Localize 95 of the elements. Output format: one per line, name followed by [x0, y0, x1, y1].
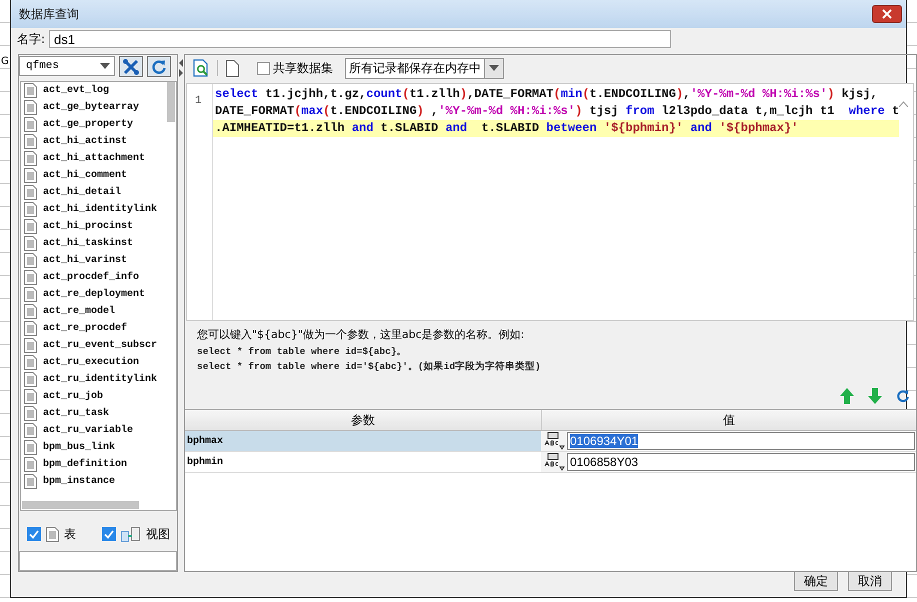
new-document-icon[interactable] [226, 60, 239, 76]
table-icon [24, 474, 37, 489]
parameter-value-field[interactable]: 0106934Y01 [567, 432, 916, 450]
checkbox-label: 视图 [146, 526, 170, 543]
table-name[interactable]: act_ru_job [43, 391, 104, 402]
tools-icon [122, 58, 140, 76]
move-up-icon[interactable] [840, 388, 854, 404]
table-name[interactable]: bpm_instance [43, 476, 116, 487]
table-name[interactable]: act_procdef_info [43, 272, 140, 283]
table-icon [24, 134, 37, 149]
sql-editor[interactable] [186, 83, 914, 321]
table-icon [24, 253, 37, 268]
table-icon [24, 372, 37, 387]
table-icon [24, 287, 37, 302]
table-icon [24, 236, 37, 251]
table-name[interactable]: bpm_bus_link [43, 442, 116, 453]
storage-mode-dropdown[interactable]: 所有记录都保存在内存中 [345, 58, 504, 78]
help-text: 您可以键入"${abc}"做为一个参数，这里abc是参数的名称。例如: [197, 327, 526, 343]
name-field[interactable]: ds1 [49, 30, 672, 48]
datasource-dropdown[interactable]: qfmes [19, 56, 115, 76]
caret-icon [489, 65, 499, 71]
table-icon [24, 151, 37, 166]
refresh-icon[interactable] [896, 388, 910, 404]
table-icon [24, 457, 37, 472]
scrollbar-thumb[interactable] [22, 501, 139, 510]
table-name[interactable]: act_evt_log [43, 85, 110, 96]
table-icon [24, 406, 37, 421]
refresh-icon [151, 58, 167, 74]
table-name[interactable]: act_hi_identitylink [43, 204, 158, 215]
table-name[interactable]: act_hi_procinst [43, 221, 134, 232]
table-name[interactable]: act_ge_bytearray [43, 102, 140, 113]
table-icon [24, 100, 37, 115]
column-header: 值 [722, 412, 736, 428]
help-text: select * from table where id=${abc}。 [197, 345, 408, 359]
checkbox-label: 表 [64, 526, 76, 543]
table-icon [24, 304, 37, 319]
filter-field[interactable] [19, 551, 177, 571]
parameter-value-field[interactable]: 0106858Y03 [567, 453, 916, 471]
table-name[interactable]: bpm_definition [43, 459, 128, 470]
table-name[interactable]: act_ru_variable [43, 425, 134, 436]
edit-tools-button[interactable] [119, 56, 143, 77]
checkbox[interactable] [27, 527, 41, 542]
refresh-button[interactable] [147, 56, 171, 77]
name-label: 名字: [17, 30, 46, 48]
table-icon [24, 321, 37, 336]
checkbox[interactable] [102, 527, 116, 542]
ok-button[interactable]: 确定 [794, 571, 838, 591]
type-abc-icon[interactable] [543, 432, 565, 450]
code-line: DATE_FORMAT(max(t.ENDCOILING) ,'%Y-%m-%d %H:%i:%s') tjsj from l2l3pdo_data t,m_lcjh t1 where t [214, 103, 900, 120]
table-icon [24, 185, 37, 200]
table-icon [24, 219, 37, 234]
table-name[interactable]: act_ru_event_subscr [43, 340, 158, 351]
share-checkbox[interactable] [257, 62, 270, 74]
table-name[interactable]: act_re_procdef [43, 323, 128, 334]
parameter-name[interactable]: bphmax [185, 431, 541, 451]
table-icon [24, 270, 37, 285]
close-icon [881, 9, 893, 19]
table-name[interactable]: act_ru_execution [43, 357, 140, 368]
table-icon [24, 338, 37, 353]
table-icon [46, 526, 59, 542]
table-name[interactable]: act_hi_taskinst [43, 238, 134, 249]
scroll-up-icon[interactable] [899, 101, 908, 107]
table-name[interactable]: act_ge_property [43, 119, 134, 130]
code-line: select t1.jcjhh,t.gz,count(t1.zllh),DATE_FORMAT(min(t.ENDCOILING),'%Y-%m-%d %H:%i:%s') kjsj, [214, 86, 879, 103]
table-name[interactable]: act_hi_actinst [43, 136, 128, 147]
cell-text: G [1, 56, 9, 68]
caret-icon [100, 63, 110, 69]
help-text: select * from table where id='${abc}'。(如果id字段为字符串类型) [197, 360, 542, 374]
close-button[interactable] [872, 5, 902, 23]
view-icon [121, 526, 141, 542]
table-name[interactable]: act_ru_identitylink [43, 374, 158, 385]
table-name[interactable]: act_hi_attachment [43, 153, 146, 164]
table-icon [24, 355, 37, 370]
table-name[interactable]: act_hi_varinst [43, 255, 128, 266]
type-abc-icon[interactable] [543, 453, 565, 471]
collapse-arrows-icon[interactable] [178, 58, 184, 78]
table-icon [24, 389, 37, 404]
table-icon [24, 423, 37, 438]
scrollbar-thumb[interactable] [167, 82, 175, 122]
table-icon [24, 168, 37, 183]
table-name[interactable]: act_hi_detail [43, 187, 122, 198]
table-name[interactable]: act_hi_comment [43, 170, 128, 181]
move-down-icon[interactable] [868, 388, 882, 404]
checkbox-label: 共享数据集 [273, 60, 333, 76]
line-number: 1 [195, 95, 202, 107]
table-icon [24, 117, 37, 132]
table-name[interactable]: act_re_deployment [43, 289, 146, 300]
column-header: 参数 [185, 410, 542, 430]
preview-icon[interactable] [193, 59, 209, 77]
table-icon [24, 440, 37, 455]
table-name[interactable]: act_re_model [43, 306, 116, 317]
table-icon [24, 202, 37, 217]
window-title: 数据库查询 [19, 6, 79, 22]
cancel-button[interactable]: 取消 [848, 571, 892, 591]
table-name[interactable]: act_ru_task [43, 408, 110, 419]
